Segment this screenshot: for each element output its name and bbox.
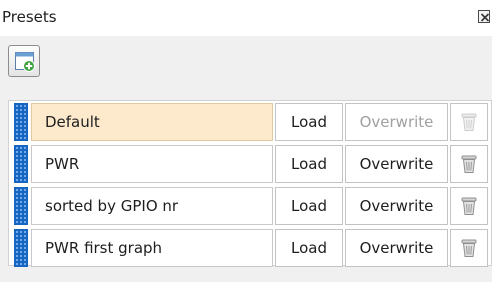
preset-row[interactable]: Default Load Overwrite [9, 101, 492, 142]
preset-row[interactable]: sorted by GPIO nr Load Overwrite [9, 185, 492, 226]
panel-titlebar: Presets [0, 0, 492, 36]
delete-button[interactable] [450, 103, 488, 141]
drag-handle[interactable] [14, 229, 28, 267]
preset-name-field[interactable]: PWR first graph [31, 229, 273, 267]
load-button[interactable]: Load [275, 103, 343, 141]
drag-handle[interactable] [14, 145, 28, 183]
drag-handle[interactable] [14, 187, 28, 225]
preset-name-field[interactable]: sorted by GPIO nr [31, 187, 273, 225]
load-button[interactable]: Load [275, 187, 343, 225]
new-preset-button[interactable] [8, 45, 40, 77]
load-button[interactable]: Load [275, 145, 343, 183]
delete-button[interactable] [450, 187, 488, 225]
presets-panel: Presets Default Load Overwrite PWR Load Overw… [0, 0, 492, 282]
trash-icon [461, 155, 477, 173]
panel-title: Presets [2, 8, 57, 26]
preset-name-field[interactable]: Default [31, 103, 273, 141]
trash-icon [461, 239, 477, 257]
load-button[interactable]: Load [275, 229, 343, 267]
overwrite-button[interactable]: Overwrite [345, 103, 448, 141]
overwrite-button[interactable]: Overwrite [345, 229, 448, 267]
drag-handle[interactable] [14, 103, 28, 141]
preset-row[interactable]: PWR Load Overwrite [9, 143, 492, 184]
preset-name-field[interactable]: PWR [31, 145, 273, 183]
presets-table: Default Load Overwrite PWR Load Overwrite sort… [8, 100, 492, 268]
close-icon[interactable] [478, 10, 490, 23]
trash-icon [461, 113, 477, 131]
trash-icon [461, 197, 477, 215]
preset-row[interactable]: PWR first graph Load Overwrite [9, 227, 492, 268]
overwrite-button[interactable]: Overwrite [345, 145, 448, 183]
delete-button[interactable] [450, 229, 488, 267]
delete-button[interactable] [450, 145, 488, 183]
overwrite-button[interactable]: Overwrite [345, 187, 448, 225]
new-window-plus-icon [15, 52, 35, 72]
